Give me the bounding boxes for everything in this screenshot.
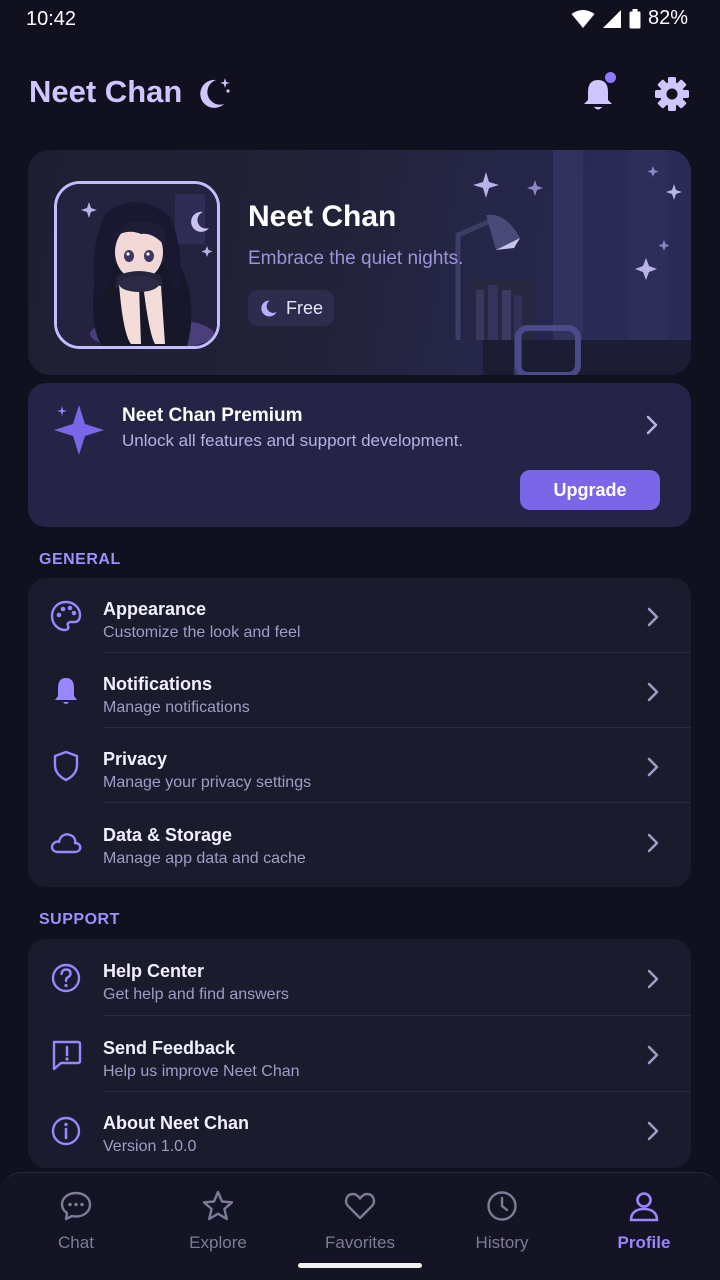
help-icon [51,963,81,993]
avatar[interactable] [54,181,220,349]
section-label-general: GENERAL [39,551,121,568]
row-title: Notifications [103,674,213,694]
profile-screen: 10:42 82% Neet Chan Neet Chan Embrace th… [0,0,720,1280]
row-subtitle: Manage notifications [103,699,250,716]
chevron-right-icon [647,969,659,989]
star-icon [202,1190,234,1221]
chevron-right-icon [647,682,659,702]
row-title: About Neet Chan [103,1113,249,1133]
app-header: Neet Chan [0,62,720,126]
nav-label: Favorites [325,1233,395,1252]
chevron-right-icon [647,1045,659,1065]
settings-row-data-storage[interactable]: Data & Storage Manage app data and cache [28,803,691,887]
nav-item-profile[interactable]: Profile [572,1173,716,1273]
nav-label: Profile [617,1233,671,1252]
profile-card[interactable]: Neet Chan Embrace the quiet nights. Free [28,150,691,375]
profile-tagline: Embrace the quiet nights. [248,248,464,269]
battery-percent: 82% [647,7,688,29]
battery-icon [629,8,641,28]
row-title: Help Center [103,961,205,981]
row-subtitle: Get help and find answers [103,986,289,1003]
plan-badge: Free [248,290,334,326]
moon-stars-icon [200,78,230,108]
home-indicator[interactable] [298,1263,422,1268]
nav-label: Explore [189,1233,247,1252]
settings-row-send-feedback[interactable]: Send Feedback Help us improve Neet Chan [28,1016,691,1092]
nav-item-chat[interactable]: Chat [4,1173,148,1273]
row-subtitle: Manage your privacy settings [103,774,312,791]
status-time: 10:42 [26,8,77,30]
chat-icon [60,1191,92,1221]
row-subtitle: Manage app data and cache [103,850,306,867]
row-title: Privacy [103,749,168,769]
chevron-right-icon [647,1121,659,1141]
nav-item-favorites[interactable]: Favorites [288,1173,432,1273]
section-label-support: SUPPORT [39,911,120,928]
row-title: Data & Storage [103,825,233,845]
palette-icon [50,600,82,632]
settings-button[interactable] [650,72,694,116]
shield-icon [53,750,79,782]
anime-girl-avatar [57,184,217,346]
bell-icon [55,678,77,704]
settings-row-appearance[interactable]: Appearance Customize the look and feel [28,578,691,653]
settings-row-help-center[interactable]: Help Center Get help and find answers [28,939,691,1016]
nav-label: History [475,1233,529,1252]
user-icon [629,1192,659,1222]
nav-item-explore[interactable]: Explore [146,1173,290,1273]
row-subtitle: Customize the look and feel [103,624,301,641]
info-icon [51,1116,81,1146]
cloud-icon [50,833,82,854]
feedback-icon [52,1040,82,1071]
premium-card[interactable]: Neet Chan Premium Unlock all features an… [28,383,691,527]
general-settings-group: Appearance Customize the look and feel N… [28,578,691,887]
app-title: Neet Chan [29,74,183,109]
row-subtitle: Help us improve Neet Chan [103,1063,300,1080]
status-bar: 10:42 82% [0,0,720,38]
notification-dot [605,72,616,83]
chevron-right-icon [646,415,658,435]
chevron-right-icon [647,757,659,777]
settings-row-notifications[interactable]: Notifications Manage notifications [28,653,691,728]
chevron-right-icon [647,607,659,627]
plan-label: Free [286,297,324,318]
upgrade-button[interactable]: Upgrade [520,470,660,510]
profile-name: Neet Chan [248,200,397,233]
support-settings-group: Help Center Get help and find answers Se… [28,939,691,1168]
row-title: Appearance [103,599,207,619]
nav-label: Chat [58,1233,94,1252]
clock-icon [487,1191,517,1221]
status-icons: 82% [571,7,688,30]
premium-subtitle: Unlock all features and support developm… [122,431,464,450]
settings-row-about[interactable]: About Neet Chan Version 1.0.0 [28,1092,691,1168]
moon-icon [261,300,277,317]
row-subtitle: Version 1.0.0 [103,1138,197,1155]
gear-icon [655,77,689,111]
premium-title: Neet Chan Premium [122,405,303,426]
nav-item-history[interactable]: History [430,1173,574,1273]
heart-icon [344,1192,376,1220]
sparkle-icon [54,405,104,455]
settings-row-privacy[interactable]: Privacy Manage your privacy settings [28,728,691,803]
row-title: Send Feedback [103,1038,236,1058]
chevron-right-icon [647,833,659,853]
wifi-icon [571,9,595,28]
signal-icon [602,9,621,28]
